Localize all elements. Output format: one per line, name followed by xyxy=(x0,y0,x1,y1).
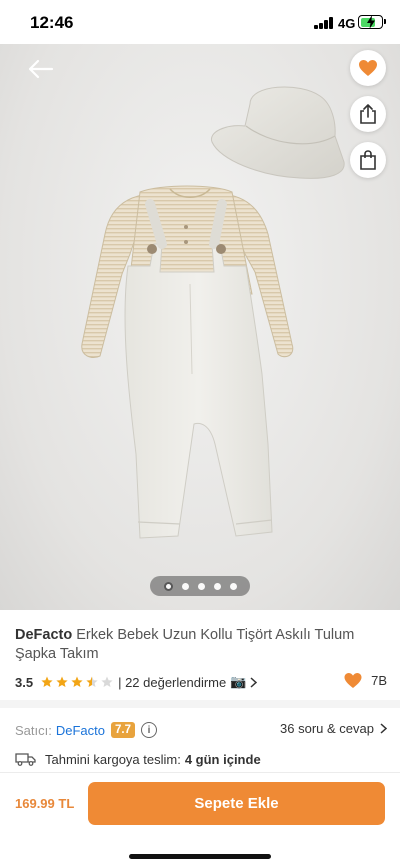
seller-row: Satıcı: DeFacto 7.7 i 36 soru & cevap xyxy=(15,719,387,741)
add-to-cart-button[interactable]: Sepete Ekle xyxy=(88,782,385,825)
questions-link[interactable]: 36 soru & cevap xyxy=(280,721,387,736)
signal-icon xyxy=(314,17,333,29)
gallery-dot[interactable] xyxy=(181,582,189,590)
star-icon xyxy=(71,676,83,687)
product-image-gallery[interactable] xyxy=(0,44,400,610)
review-count[interactable]: | 22 değerlendirme xyxy=(118,675,226,690)
seller-label: Satıcı: xyxy=(15,722,52,738)
gallery-dot[interactable] xyxy=(229,582,237,590)
info-icon[interactable]: i xyxy=(141,722,157,738)
share-button[interactable] xyxy=(350,96,386,132)
gallery-dot[interactable] xyxy=(197,582,205,590)
product-photo xyxy=(81,86,345,539)
back-arrow-icon[interactable] xyxy=(26,58,54,80)
delivery-label: Tahmini kargoya teslim: xyxy=(45,751,181,767)
heart-icon xyxy=(359,60,377,76)
chevron-right-icon xyxy=(380,723,387,734)
purchase-bar: 169.99 TL Sepete Ekle xyxy=(0,772,400,865)
rating-value: 3.5 xyxy=(15,674,34,690)
star-half-icon xyxy=(86,676,98,687)
favorite-count-value: 7B xyxy=(371,673,387,688)
favorite-button[interactable] xyxy=(350,50,386,86)
status-time: 12:46 xyxy=(30,13,74,32)
cart-button[interactable] xyxy=(350,142,386,178)
star-empty-icon xyxy=(101,676,113,687)
battery-cap xyxy=(384,19,386,24)
gallery-dot[interactable] xyxy=(213,582,221,590)
status-bar: 12:46 4G xyxy=(0,0,400,44)
gallery-pagination[interactable] xyxy=(150,576,250,596)
network-label: 4G xyxy=(338,16,356,31)
brand-name[interactable]: DeFacto xyxy=(15,627,72,643)
camera-icon: 📷 xyxy=(230,674,247,689)
home-indicator[interactable] xyxy=(129,854,271,859)
rating-stars xyxy=(41,676,113,688)
charging-bolt-icon xyxy=(367,15,375,29)
share-icon xyxy=(360,104,376,124)
product-price: 169.99 TL xyxy=(15,796,75,811)
heart-icon xyxy=(344,672,362,689)
seller-score-badge: 7.7 xyxy=(111,722,135,738)
shopping-bag-icon xyxy=(360,150,376,170)
star-icon xyxy=(41,676,53,687)
rating-row[interactable]: 3.5 | 22 değerlendirme 📷 7B xyxy=(15,672,387,692)
questions-label: 36 soru & cevap xyxy=(280,721,374,736)
star-icon xyxy=(56,676,68,687)
delivery-time: 4 gün içinde xyxy=(184,751,261,767)
section-divider xyxy=(0,700,400,708)
seller-link[interactable]: DeFacto xyxy=(56,723,105,738)
product-title: DeFacto Erkek Bebek Uzun Kollu Tişört As… xyxy=(15,626,390,664)
truck-icon xyxy=(15,753,36,766)
chevron-right-icon xyxy=(250,676,258,688)
favorite-count[interactable]: 7B xyxy=(343,672,387,689)
delivery-row: Tahmini kargoya teslim: 4 gün içinde xyxy=(15,749,387,769)
gallery-dot[interactable] xyxy=(163,581,173,591)
